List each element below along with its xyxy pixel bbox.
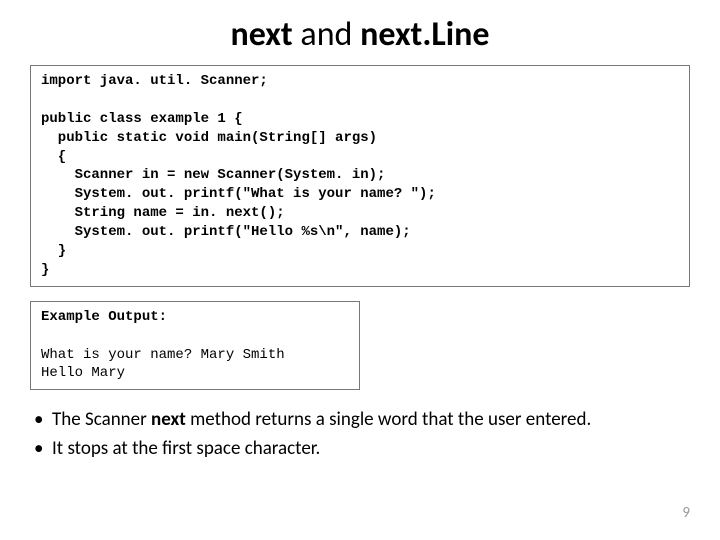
title-plain: and [293,14,360,55]
code-listing: import java. util. Scanner; public class… [30,65,690,287]
example-output-box: Example Output: What is your name? Mary … [30,301,360,391]
bullet-1: The Scanner next method returns a single… [30,408,690,433]
output-heading: Example Output: [41,309,167,325]
title-bold-2: next.Line [360,14,489,55]
bullet-2: It stops at the first space character. [30,437,690,462]
bullet-list: The Scanner next method returns a single… [30,408,690,461]
page-number: 9 [682,504,690,522]
title-bold-1: next [230,14,292,55]
output-body: What is your name? Mary Smith Hello Mary [41,347,285,382]
slide-title: next and next.Line [30,14,690,55]
